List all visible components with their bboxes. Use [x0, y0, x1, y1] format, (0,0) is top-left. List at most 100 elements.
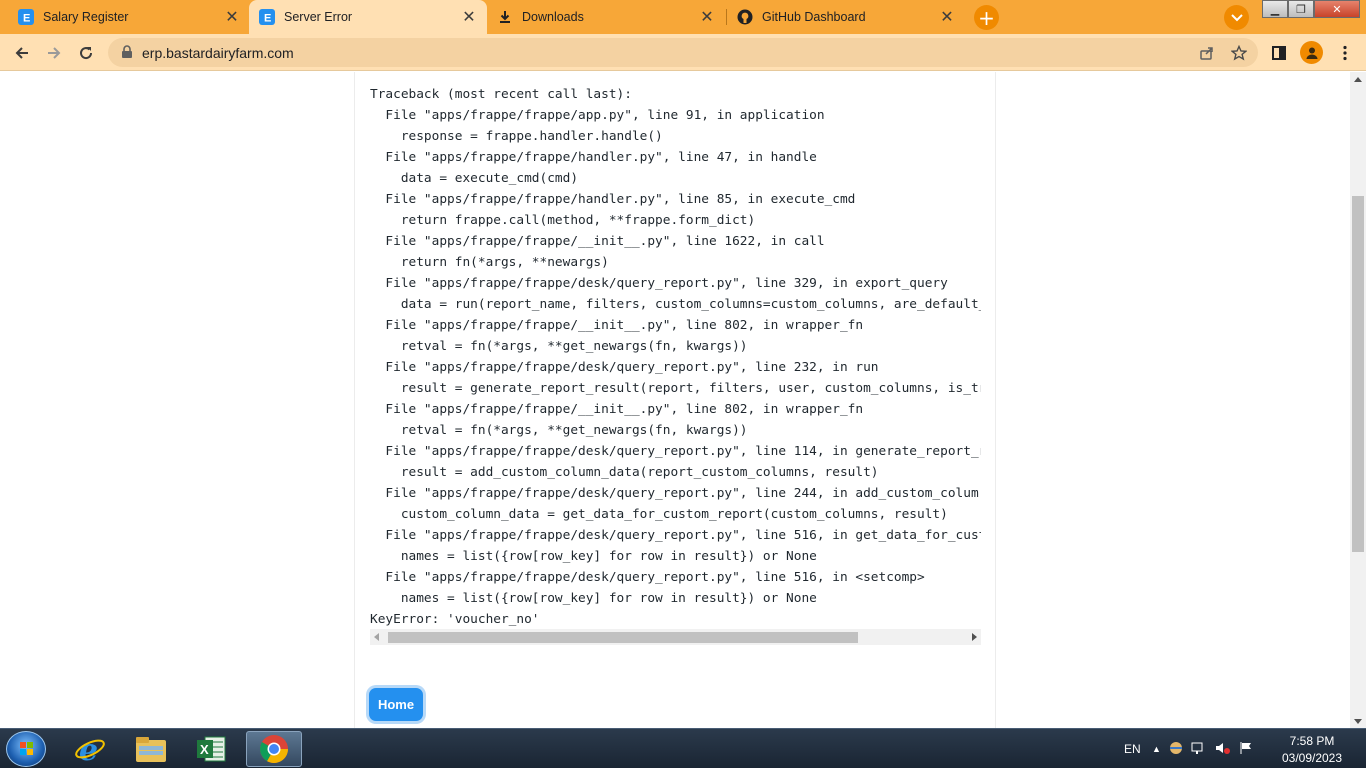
traceback-line: File "apps/frappe/frappe/desk/query_repo… — [385, 486, 979, 501]
traceback-line: return fn(*args, **newargs) — [400, 255, 609, 270]
close-icon[interactable]: ✕ — [224, 9, 240, 26]
taskbar-chrome[interactable] — [246, 731, 302, 767]
traceback-line: Traceback (most recent call last): — [370, 87, 632, 102]
traceback-line: retval = fn(*args, **get_newargs(fn, kwa… — [400, 339, 748, 354]
url-text: erp.bastardairyfarm.com — [142, 45, 294, 61]
file-explorer-icon — [136, 737, 166, 762]
arrow-left-icon — [15, 47, 28, 59]
scrollbar-thumb[interactable] — [388, 632, 858, 643]
tab-downloads[interactable]: Downloads ✕ — [487, 0, 725, 34]
internet-explorer-icon: e — [75, 733, 105, 765]
scroll-right-arrow[interactable] — [972, 633, 977, 641]
traceback-line: File "apps/frappe/frappe/desk/query_repo… — [385, 360, 879, 375]
language-indicator[interactable]: EN — [1124, 742, 1141, 756]
traceback-block[interactable]: Traceback (most recent call last): File … — [370, 84, 981, 644]
start-button[interactable] — [6, 731, 46, 767]
taskbar-internet-explorer[interactable]: e — [62, 731, 118, 767]
error-card: Traceback (most recent call last): File … — [354, 72, 996, 728]
horizontal-scrollbar[interactable] — [370, 629, 981, 645]
tab-server-error[interactable]: E Server Error ✕ — [249, 0, 487, 34]
traceback-line: result = generate_report_result(report, … — [400, 381, 981, 396]
menu-button[interactable] — [1332, 40, 1358, 66]
erpnext-icon: E — [18, 9, 34, 25]
taskbar-clock[interactable]: 7:58 PM 03/09/2023 — [1276, 733, 1348, 767]
tab-search-button[interactable] — [1224, 5, 1249, 30]
close-icon[interactable]: ✕ — [699, 9, 715, 26]
traceback-line: names = list({row[row_key] for row in re… — [400, 591, 817, 606]
profile-avatar[interactable] — [1300, 41, 1323, 64]
back-button[interactable] — [9, 40, 35, 66]
traceback-line: File "apps/frappe/frappe/__init__.py", l… — [385, 234, 825, 249]
scroll-left-arrow[interactable] — [374, 633, 379, 641]
reload-icon — [80, 47, 93, 60]
vertical-scrollbar[interactable] — [1350, 72, 1366, 728]
traceback-line: response = frappe.handler.handle() — [400, 129, 663, 144]
clock-date: 03/09/2023 — [1281, 751, 1343, 765]
traceback-text: Traceback (most recent call last): File … — [370, 84, 981, 630]
share-icon[interactable] — [1198, 44, 1216, 62]
clock-time: 7:58 PM — [1289, 734, 1335, 748]
person-icon — [1306, 47, 1317, 59]
lock-icon — [122, 45, 132, 58]
traceback-line: retval = fn(*args, **get_newargs(fn, kwa… — [400, 423, 748, 438]
traceback-line: File "apps/frappe/frappe/desk/query_repo… — [385, 276, 948, 291]
tab-github-dashboard[interactable]: GitHub Dashboard ✕ — [727, 0, 965, 34]
traceback-line: File "apps/frappe/frappe/handler.py", li… — [385, 192, 856, 207]
chrome-icon — [260, 735, 288, 763]
taskbar-excel[interactable]: X — [183, 731, 239, 767]
svg-text:e: e — [79, 733, 98, 765]
browser-toolbar: erp.bastardairyfarm.com — [0, 34, 1366, 71]
tab-salary-register[interactable]: E Salary Register ✕ — [0, 0, 250, 34]
tray-icons: ▲ — [1152, 729, 1253, 769]
traceback-line: data = run(report_name, filters, custom_… — [400, 297, 981, 312]
svg-text:X: X — [200, 742, 209, 757]
reload-button[interactable] — [73, 40, 99, 66]
windows-logo-icon — [20, 742, 33, 755]
traceback-line: File "apps/frappe/frappe/__init__.py", l… — [385, 402, 864, 417]
traceback-line: File "apps/frappe/frappe/handler.py", li… — [385, 150, 817, 165]
download-icon — [497, 9, 513, 25]
close-icon[interactable]: ✕ — [939, 9, 955, 26]
network-globe-icon[interactable] — [1169, 741, 1183, 758]
traceback-line: File "apps/frappe/frappe/__init__.py", l… — [385, 318, 864, 333]
github-icon — [737, 9, 753, 25]
svg-text:E: E — [264, 13, 271, 25]
tab-label: Downloads — [522, 10, 584, 24]
window-controls: ▁ ❐ ✕ — [1262, 0, 1360, 18]
scroll-down-arrow[interactable] — [1354, 719, 1362, 724]
restore-button[interactable]: ❐ — [1288, 0, 1314, 18]
volume-muted-icon[interactable] — [1215, 741, 1231, 758]
chevron-up-icon[interactable]: ▲ — [1152, 744, 1161, 754]
side-panel-button[interactable] — [1266, 40, 1292, 66]
minimize-button[interactable]: ▁ — [1262, 0, 1288, 18]
close-icon[interactable]: ✕ — [461, 9, 477, 26]
forward-button[interactable] — [41, 40, 67, 66]
traceback-line: names = list({row[row_key] for row in re… — [400, 549, 817, 564]
page-viewport: Traceback (most recent call last): File … — [0, 72, 1350, 728]
traceback-line: custom_column_data = get_data_for_custom… — [400, 507, 948, 522]
chevron-down-icon — [1230, 13, 1243, 21]
side-panel-icon — [1272, 46, 1286, 60]
excel-icon: X — [197, 736, 226, 762]
windows-taskbar: e X EN ▲ 7:58 PM 03/09/2023 — [0, 728, 1366, 768]
traceback-line: return frappe.call(method, **frappe.form… — [400, 213, 756, 228]
traceback-line: File "apps/frappe/frappe/desk/query_repo… — [385, 570, 925, 585]
action-center-flag-icon[interactable] — [1239, 741, 1253, 758]
scrollbar-thumb[interactable] — [1352, 196, 1364, 552]
traceback-line: File "apps/frappe/frappe/desk/query_repo… — [385, 444, 981, 459]
taskbar-file-explorer[interactable] — [123, 731, 179, 767]
address-bar[interactable]: erp.bastardairyfarm.com — [108, 38, 1258, 67]
svg-text:E: E — [23, 13, 30, 25]
home-button[interactable]: Home — [369, 688, 423, 721]
tab-label: Salary Register — [43, 10, 129, 24]
new-tab-button[interactable]: + — [974, 5, 999, 30]
tab-label: Server Error — [284, 10, 353, 24]
bookmark-star-icon[interactable] — [1230, 44, 1248, 62]
traceback-line: File "apps/frappe/frappe/desk/query_repo… — [385, 528, 981, 543]
network-icon[interactable] — [1191, 741, 1207, 758]
system-tray: EN — [1124, 729, 1141, 769]
arrow-right-icon — [48, 47, 61, 59]
scroll-up-arrow[interactable] — [1354, 77, 1362, 82]
window-close-button[interactable]: ✕ — [1314, 0, 1360, 18]
traceback-line: File "apps/frappe/frappe/app.py", line 9… — [385, 108, 825, 123]
